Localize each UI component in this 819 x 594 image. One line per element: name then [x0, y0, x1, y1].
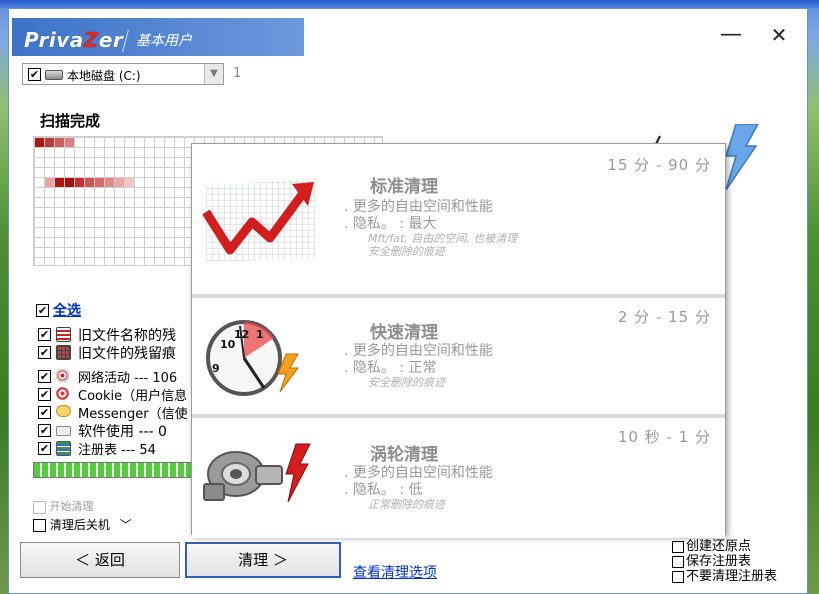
scan-cell-marked — [95, 178, 104, 187]
skip-registry-label: 不要清理注册表 — [686, 569, 778, 584]
item-checkbox[interactable]: ✔ — [38, 442, 51, 455]
scan-cell-marked — [105, 178, 114, 187]
scan-cell-marked — [75, 178, 84, 187]
option-duration: 15 分 - 90 分 — [607, 156, 711, 174]
progress-fill — [34, 463, 192, 477]
list-item[interactable]: ✔ 旧文件名称的残 — [38, 325, 198, 343]
start-clean-label: 开始清理 — [49, 500, 94, 513]
svg-text:9: 9 — [212, 362, 220, 375]
option-duration: 2 分 - 15 分 — [617, 308, 711, 326]
svg-text:1: 1 — [256, 328, 264, 341]
scan-cell-marked — [55, 178, 64, 187]
item-checkbox[interactable]: ✔ — [38, 406, 51, 419]
item-label: 软件使用 --- 0 — [78, 424, 167, 439]
scan-status-title: 扫描完成 — [40, 112, 101, 130]
registry-options: 创建还原点 保存注册表 不要清理注册表 — [672, 539, 777, 584]
option-duration: 10 秒 - 1 分 — [617, 428, 711, 446]
list-item[interactable]: ✔ 旧文件的残留痕 — [38, 343, 198, 361]
start-clean-option: 开始清理 — [33, 498, 94, 514]
item-label: 网络活动 --- 106 — [78, 371, 178, 385]
grid-icon — [56, 345, 71, 360]
target-icon — [56, 369, 69, 382]
hard-drive-icon — [45, 70, 63, 80]
list-item[interactable]: ✔ Messenger（信使 — [38, 403, 198, 421]
select-all-row[interactable]: ✔ 全选 — [36, 300, 81, 320]
item-checkbox[interactable]: ✔ — [38, 424, 51, 437]
scan-cell-marked — [65, 138, 74, 147]
quick-clean-option[interactable]: 2 分 - 15 分 12 10 9 1 快速清理 . 更多的自由空间和性能 .… — [192, 294, 725, 416]
option-note: 正常删除的痕迹 — [368, 498, 445, 511]
option-note: 安全删除的痕迹 — [368, 376, 445, 389]
minimize-button[interactable]: — — [718, 22, 744, 48]
scan-progress-bar — [33, 462, 193, 478]
restore-point-checkbox[interactable] — [672, 540, 684, 553]
item-checkbox[interactable]: ✔ — [38, 328, 51, 341]
list-item[interactable]: ✔ 网络活动 --- 106 — [38, 367, 198, 385]
chevron-down-icon[interactable]: ﹀ — [120, 518, 132, 532]
item-checkbox[interactable]: ✔ — [38, 388, 51, 401]
software-icon — [56, 426, 71, 436]
clean-items-list: ✔ 旧文件名称的残 ✔ 旧文件的残留痕 ✔ 网络活动 --- 106 ✔ Coo… — [38, 325, 198, 457]
scan-cell-marked — [65, 178, 74, 187]
file-list-icon — [56, 327, 71, 342]
restore-point-option[interactable]: 创建还原点 — [672, 539, 777, 554]
scan-cell-marked — [55, 138, 64, 147]
clock-icon: 12 10 9 1 — [206, 320, 299, 396]
clean-button[interactable]: 清理 ＞ — [185, 542, 341, 578]
back-button[interactable]: ＜ 返回 — [20, 542, 180, 578]
list-item[interactable]: ✔ 软件使用 --- 0 — [38, 421, 198, 439]
shutdown-label: 清理后关机 — [49, 518, 110, 532]
option-title: 标准清理 — [370, 177, 438, 197]
item-label: 旧文件的残留痕 — [78, 346, 176, 361]
app-logo: PrivaZer — [24, 28, 124, 52]
item-label: 注册表 --- 54 — [78, 443, 156, 457]
option-note: 安全删除的痕迹 — [368, 245, 445, 258]
scan-cell-marked — [85, 178, 94, 187]
chart-up-icon — [202, 178, 316, 262]
scan-cell-marked — [35, 138, 44, 147]
drive-checkbox[interactable]: ✔ — [28, 68, 41, 81]
skip-registry-checkbox[interactable] — [672, 570, 684, 583]
scan-cell-marked — [45, 178, 54, 187]
scan-cell-marked — [45, 138, 54, 147]
shutdown-checkbox[interactable] — [33, 519, 46, 532]
save-registry-label: 保存注册表 — [686, 554, 752, 569]
drive-count: 1 — [233, 66, 242, 81]
drive-label: 本地磁盘 (C:) — [67, 69, 141, 83]
turbo-icon — [203, 443, 311, 503]
scan-cell-marked — [115, 178, 124, 187]
item-checkbox[interactable]: ✔ — [38, 370, 51, 383]
list-item[interactable]: ✔ 注册表 --- 54 — [38, 439, 198, 457]
drive-select[interactable]: ✔ 本地磁盘 (C:) ▼ — [22, 63, 224, 85]
svg-text:10: 10 — [220, 338, 236, 351]
list-item[interactable]: ✔ Cookie（用户信息 — [38, 385, 198, 403]
item-label: 旧文件名称的残 — [78, 328, 176, 343]
start-clean-checkbox — [33, 500, 46, 514]
item-label: Cookie（用户信息 — [78, 389, 188, 403]
item-label: Messenger（信使 — [78, 407, 188, 421]
chevron-down-icon[interactable]: ▼ — [204, 64, 223, 84]
standard-clean-option[interactable]: 15 分 - 90 分 标准清理 . 更多的自由空间和性能 . 隐私。 : 最大… — [192, 146, 725, 292]
select-all-link[interactable]: 全选 — [53, 303, 81, 319]
shutdown-option[interactable]: 清理后关机 ﹀ — [33, 516, 132, 533]
chat-icon — [56, 405, 71, 417]
skip-registry-option[interactable]: 不要清理注册表 — [672, 569, 777, 584]
select-all-checkbox[interactable]: ✔ — [36, 303, 49, 317]
close-button[interactable]: ✕ — [766, 22, 792, 48]
view-clean-options-link[interactable]: 查看清理选项 — [353, 562, 437, 582]
save-registry-option[interactable]: 保存注册表 — [672, 554, 777, 569]
restore-point-label: 创建还原点 — [686, 539, 752, 554]
user-mode-label: 基本用户 — [136, 33, 192, 49]
turbo-clean-option[interactable]: 10 秒 - 1 分 涡轮清理 . 更多的自由空间和性能 . 隐私。 : 低 正… — [192, 414, 725, 538]
registry-icon — [56, 441, 71, 456]
cookie-icon — [56, 387, 69, 400]
desktop-top-strip — [0, 0, 819, 8]
save-registry-checkbox[interactable] — [672, 555, 684, 568]
scan-cell-marked — [125, 178, 134, 187]
cleanup-mode-popup: 15 分 - 90 分 标准清理 . 更多的自由空间和性能 . 隐私。 : 最大… — [191, 143, 726, 538]
item-checkbox[interactable]: ✔ — [38, 346, 51, 359]
